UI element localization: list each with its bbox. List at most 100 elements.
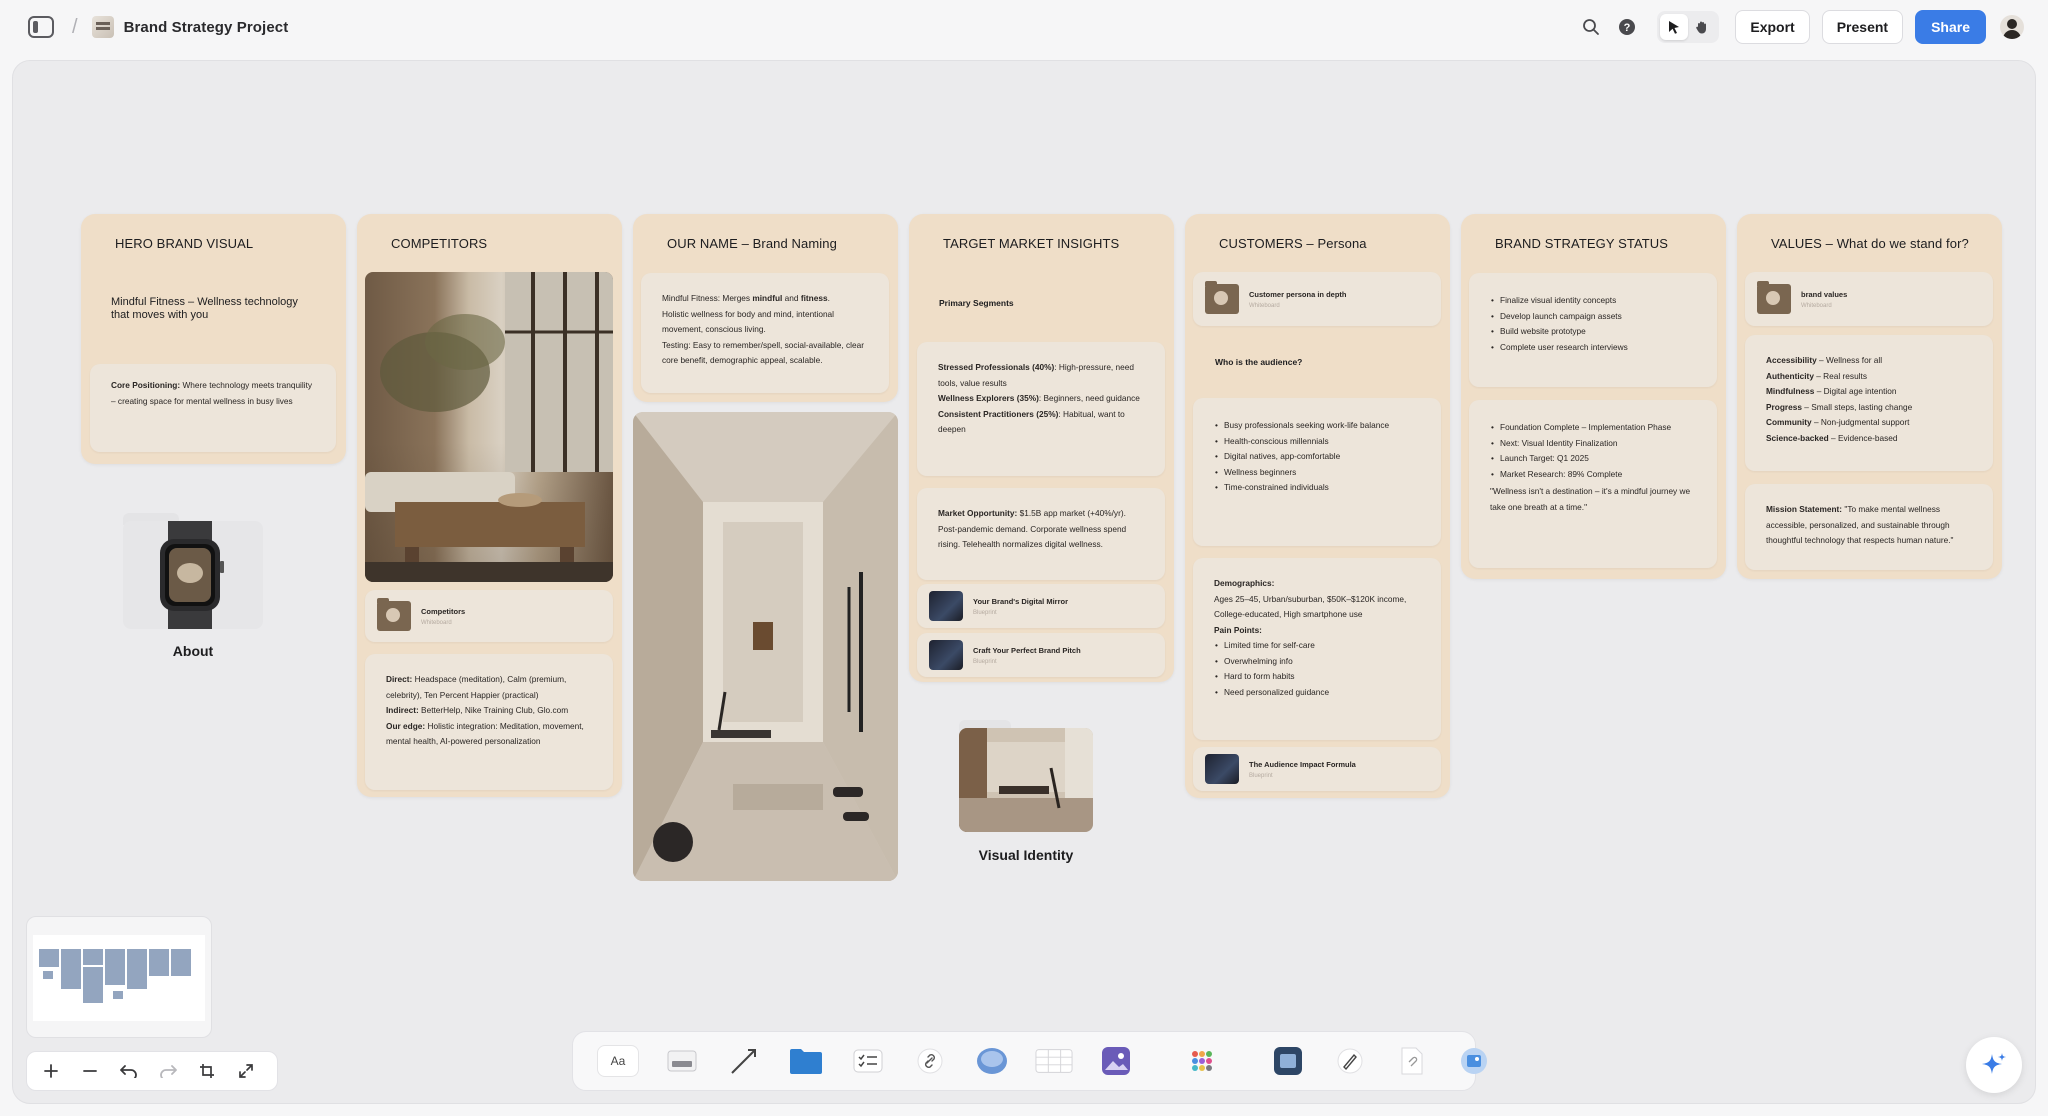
text-tool[interactable]: Aa xyxy=(597,1045,639,1077)
list-item: Launch Target: Q1 2025 xyxy=(1490,451,1696,467)
opportunity-label: Market Opportunity: xyxy=(938,508,1018,518)
folder-icon[interactable] xyxy=(787,1042,825,1080)
folder-icon xyxy=(1757,281,1791,314)
segment-label: Wellness Explorers (35%) xyxy=(938,393,1039,403)
arrow-line-icon[interactable] xyxy=(725,1042,763,1080)
share-button[interactable]: Share xyxy=(1915,10,1986,44)
list-item: Finalize visual identity concepts xyxy=(1490,293,1696,309)
segments-card[interactable]: Stressed Professionals (40%): High-press… xyxy=(917,342,1165,476)
folder-body xyxy=(959,728,1093,832)
positioning-label: Core Positioning: xyxy=(111,380,181,390)
breadcrumb-separator: / xyxy=(72,15,78,38)
assistant-button[interactable] xyxy=(1966,1037,2022,1093)
zoom-out-icon[interactable] xyxy=(74,1055,106,1087)
fullscreen-icon[interactable] xyxy=(230,1055,262,1087)
naming-line-3: Testing: Easy to remember/spell, social-… xyxy=(662,339,864,366)
naming-card[interactable]: Mindful Fitness: Merges mindful and fitn… xyxy=(641,273,889,393)
link-name: Customer persona in depth xyxy=(1249,289,1347,299)
blueprint-thumbnail xyxy=(929,640,963,670)
scene-icon[interactable] xyxy=(1269,1042,1307,1080)
demographics-card[interactable]: Demographics: Ages 25–45, Urban/suburban… xyxy=(1193,558,1441,740)
note-card-icon[interactable] xyxy=(663,1042,701,1080)
search-icon[interactable] xyxy=(1579,15,1603,39)
visual-identity-folder[interactable] xyxy=(959,720,1093,832)
brand-values-link-card[interactable]: brand values Whiteboard xyxy=(1745,272,1993,326)
link-sub: Whiteboard xyxy=(1801,302,1832,309)
list-item: Overwhelming info xyxy=(1214,654,1420,670)
naming-bold: mindful xyxy=(752,293,783,303)
list-item: Develop launch campaign assets xyxy=(1490,309,1696,325)
living-room-photo[interactable] xyxy=(365,272,613,582)
link-sub: Blueprint xyxy=(973,609,997,616)
pen-icon[interactable] xyxy=(1331,1042,1369,1080)
minimap-board xyxy=(61,949,81,989)
fit-to-screen-icon[interactable] xyxy=(191,1055,223,1087)
pointer-tool-icon[interactable] xyxy=(1660,14,1689,40)
export-button[interactable]: Export xyxy=(1735,10,1810,44)
hero-headline: Mindful Fitness – Wellness technology th… xyxy=(111,296,298,321)
list-item: Digital natives, app-comfortable xyxy=(1214,449,1420,465)
apps-grid-icon[interactable] xyxy=(1183,1042,1221,1080)
about-folder[interactable] xyxy=(123,513,263,629)
image-icon[interactable] xyxy=(1097,1042,1135,1080)
minimap[interactable] xyxy=(26,916,212,1038)
todo-card[interactable]: Finalize visual identity concepts Develo… xyxy=(1469,273,1717,387)
folder-icon xyxy=(1205,281,1239,314)
document-title[interactable]: Brand Strategy Project xyxy=(124,19,289,36)
board-brand-naming[interactable]: OUR NAME – Brand Naming Mindful Fitness:… xyxy=(633,214,898,402)
board-values[interactable]: VALUES – What do we stand for? brand val… xyxy=(1737,214,2002,579)
link-sub: Whiteboard xyxy=(421,619,452,626)
competitors-link-card[interactable]: Competitors Whiteboard xyxy=(365,590,613,642)
board-brand-strategy-status[interactable]: BRAND STRATEGY STATUS Finalize visual id… xyxy=(1461,214,1726,579)
zoom-controls xyxy=(26,1051,278,1091)
media-icon[interactable] xyxy=(973,1042,1011,1080)
link-name: Competitors xyxy=(421,606,466,616)
board-target-market[interactable]: TARGET MARKET INSIGHTS Primary Segments … xyxy=(909,214,1174,682)
attachment-icon[interactable] xyxy=(1393,1042,1431,1080)
digital-mirror-link-card[interactable]: Your Brand's Digital Mirror Blueprint xyxy=(917,584,1165,628)
visual-identity-label[interactable]: Visual Identity xyxy=(959,847,1093,863)
list-item: Health-conscious millennials xyxy=(1214,434,1420,450)
mission-card[interactable]: Mission Statement: "To make mental welln… xyxy=(1745,484,1993,570)
undo-icon[interactable] xyxy=(113,1055,145,1087)
brand-pitch-link-card[interactable]: Craft Your Perfect Brand Pitch Blueprint xyxy=(917,633,1165,677)
about-label[interactable]: About xyxy=(123,643,263,659)
link-icon[interactable] xyxy=(911,1042,949,1080)
board-hero-brand-visual[interactable]: HERO BRAND VISUAL Mindful Fitness – Well… xyxy=(81,214,346,464)
link-name: brand values xyxy=(1801,289,1848,299)
help-icon[interactable]: ? xyxy=(1615,15,1639,39)
audience-formula-link-card[interactable]: The Audience Impact Formula Blueprint xyxy=(1193,747,1441,791)
avatar[interactable] xyxy=(2000,15,2024,39)
link-text: The Audience Impact Formula Blueprint xyxy=(1249,760,1356,779)
board-competitors[interactable]: COMPETITORS Competitors Whiteboard Direc… xyxy=(357,214,622,797)
value-item: Community – Non-judgmental support xyxy=(1766,415,1972,431)
whiteboard-canvas[interactable]: HERO BRAND VISUAL Mindful Fitness – Well… xyxy=(12,60,2036,1104)
value-text: – Digital age intention xyxy=(1814,386,1897,396)
insert-toolbar: Aa xyxy=(572,1031,1487,1091)
home-gym-photo[interactable] xyxy=(633,412,898,881)
hand-tool-icon[interactable] xyxy=(1688,14,1716,40)
positioning-card[interactable]: Core Positioning: Where technology meets… xyxy=(90,364,336,452)
zoom-in-icon[interactable] xyxy=(35,1055,67,1087)
checklist-icon[interactable] xyxy=(849,1042,887,1080)
photos-icon[interactable] xyxy=(1455,1042,1493,1080)
sidebar-toggle-icon[interactable] xyxy=(28,16,54,38)
present-button[interactable]: Present xyxy=(1821,10,1904,44)
board-title: COMPETITORS xyxy=(391,236,488,251)
minimap-board xyxy=(105,949,125,985)
progress-card[interactable]: Foundation Complete – Implementation Pha… xyxy=(1469,400,1717,568)
minimap-viewport xyxy=(33,935,205,1021)
list-item: Next: Visual Identity Finalization xyxy=(1490,436,1696,452)
link-text: Competitors Whiteboard xyxy=(421,607,465,626)
table-icon[interactable] xyxy=(1035,1042,1073,1080)
market-opportunity-card[interactable]: Market Opportunity: $1.5B app market (+4… xyxy=(917,488,1165,580)
naming-bold: fitness xyxy=(800,293,828,303)
link-text: brand values Whiteboard xyxy=(1801,290,1847,309)
board-customers-persona[interactable]: CUSTOMERS – Persona Customer persona in … xyxy=(1185,214,1450,798)
competitors-notes-card[interactable]: Direct: Headspace (meditation), Calm (pr… xyxy=(365,654,613,790)
board-title: VALUES – What do we stand for? xyxy=(1771,236,1969,251)
persona-link-card[interactable]: Customer persona in depth Whiteboard xyxy=(1193,272,1441,326)
values-list-card[interactable]: Accessibility – Wellness for all Authent… xyxy=(1745,335,1993,471)
redo-icon[interactable] xyxy=(152,1055,184,1087)
audience-card[interactable]: Busy professionals seeking work-life bal… xyxy=(1193,398,1441,546)
